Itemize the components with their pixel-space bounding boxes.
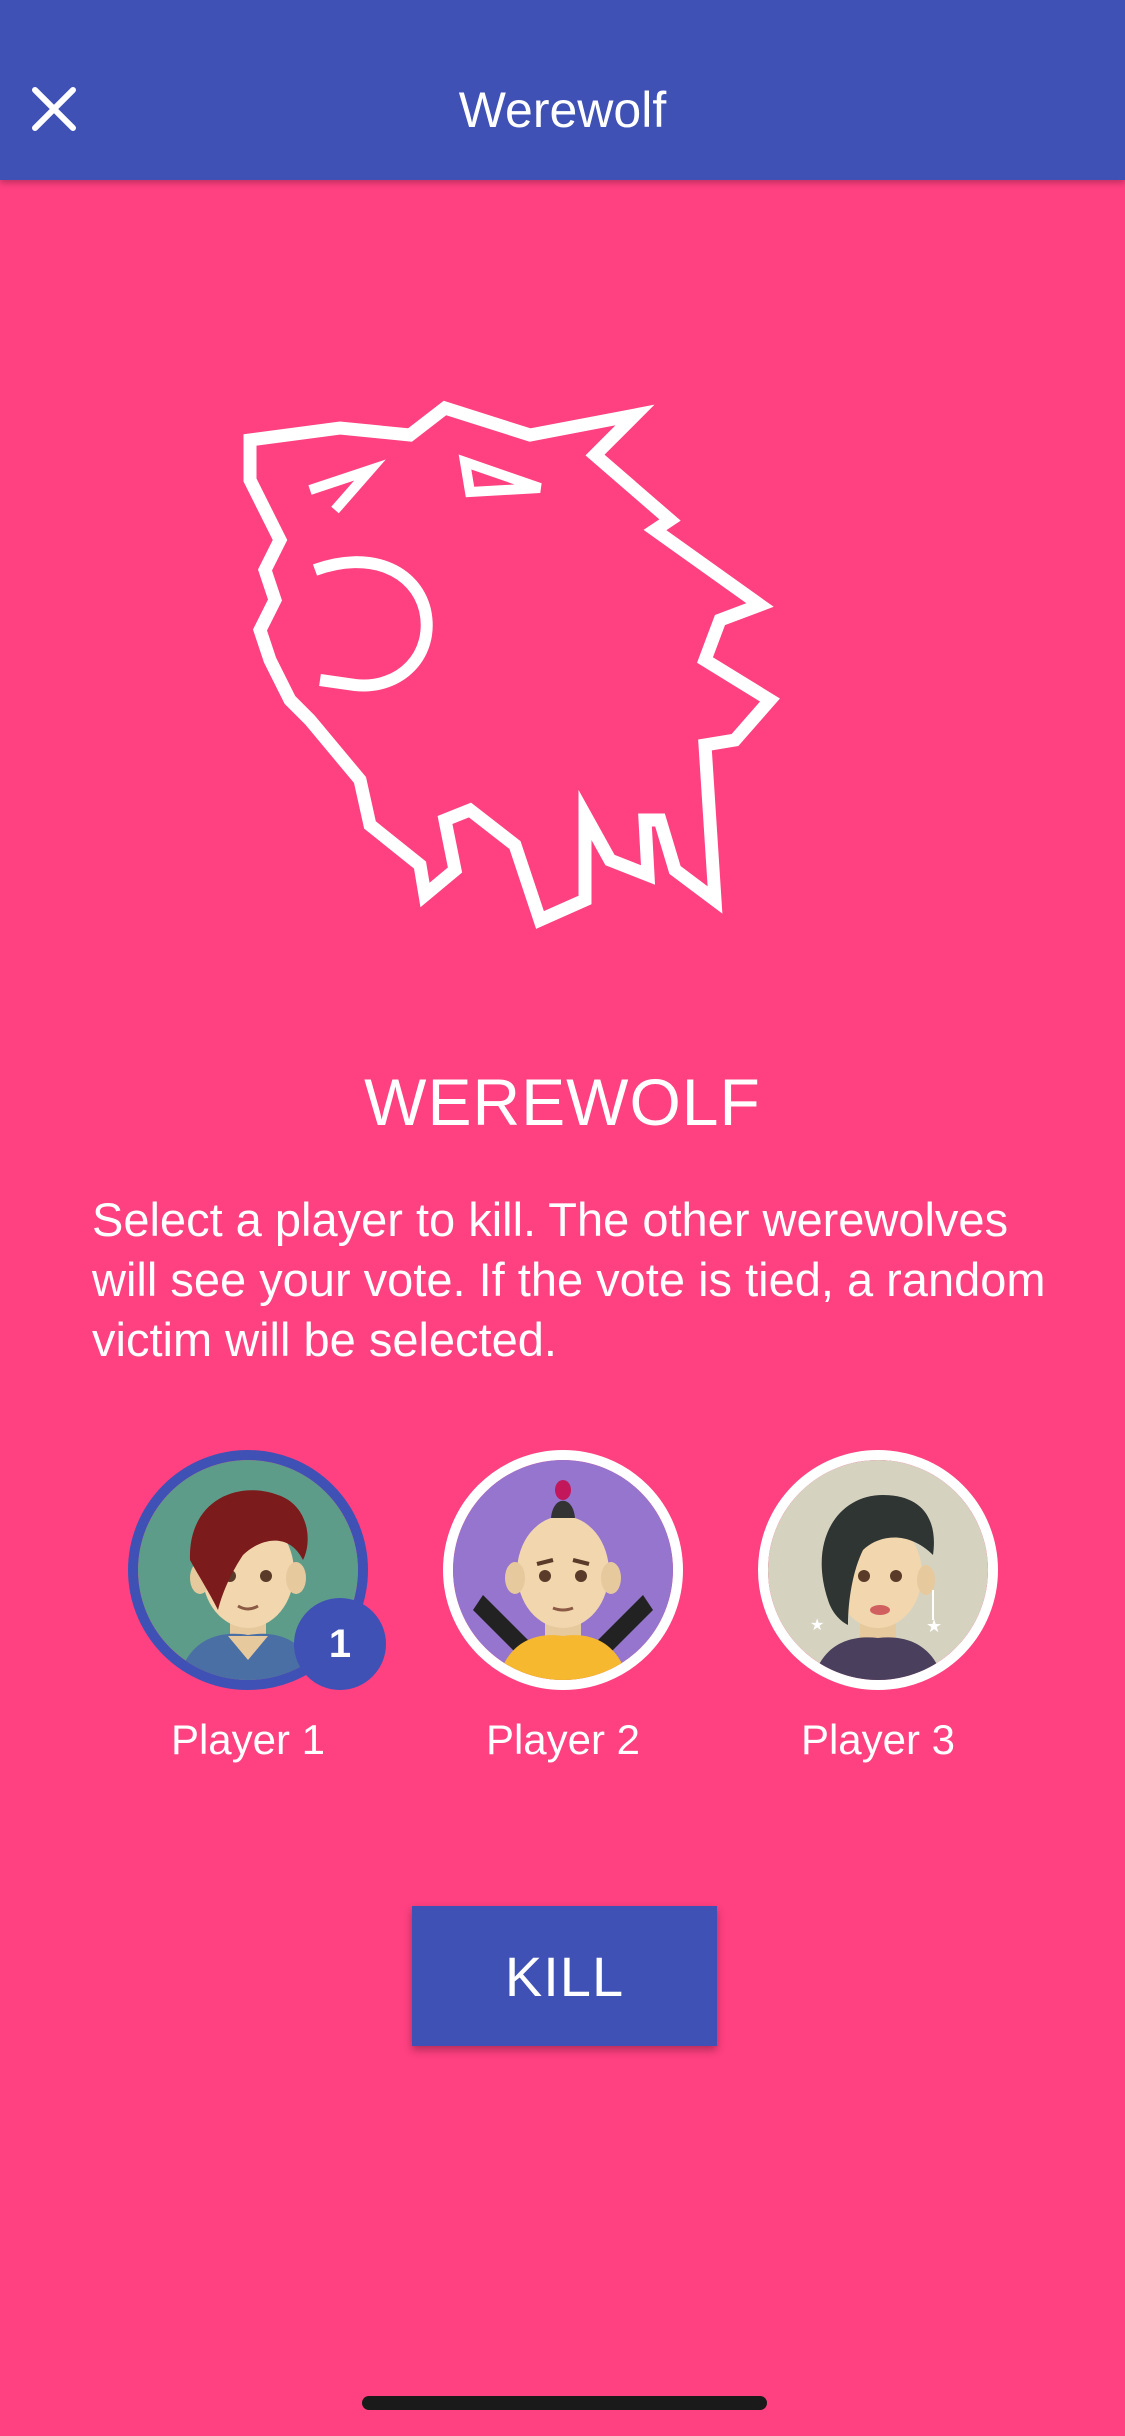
role-description: Select a player to kill. The other werew… [92, 1193, 1046, 1366]
app-bar: Werewolf [0, 0, 1125, 180]
player-name: Player 1 [170, 1716, 326, 1763]
svg-text:★: ★ [810, 1615, 824, 1634]
avatar-red-hair: 1 [128, 1450, 386, 1690]
home-indicator[interactable] [362, 2396, 767, 2410]
svg-text:★: ★ [926, 1616, 942, 1637]
avatar-dark-hair: ★ ★ [758, 1450, 998, 1690]
player-name: Player 3 [800, 1716, 956, 1763]
player-option-3[interactable]: ★ ★ Player 3 [748, 1450, 1008, 1766]
player-option-1[interactable]: 1 Player 1 [118, 1450, 386, 1766]
role-title: WEREWOLF [364, 1065, 761, 1139]
avatar-mohawk [443, 1450, 683, 1690]
player-name: Player 2 [485, 1716, 641, 1763]
player-list: 1 Player 1 Player 2 ★ ★ Player 3 [0, 1450, 1125, 1790]
kill-button[interactable]: KILL [412, 1906, 717, 2046]
app-title: Werewolf [458, 82, 667, 138]
werewolf-icon [243, 400, 780, 929]
vote-count-badge: 1 [294, 1598, 386, 1690]
player-option-2[interactable]: Player 2 [433, 1450, 693, 1766]
